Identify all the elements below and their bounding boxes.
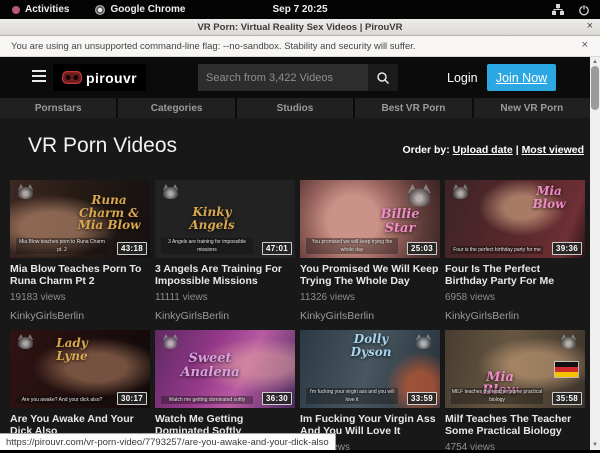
thumbnail-caption: You promised we will keep trying the who…	[306, 238, 398, 254]
video-views: 19183 views	[10, 292, 150, 303]
join-now-button[interactable]: Join Now	[487, 64, 556, 91]
studio-watermark-cat-icon	[407, 184, 433, 207]
video-views: 11326 views	[300, 292, 440, 303]
power-icon[interactable]	[578, 4, 590, 16]
video-thumbnail[interactable]: Mia Blow MILF teaches the teacher some p…	[445, 330, 585, 408]
search-input[interactable]	[198, 64, 368, 91]
video-studio-link[interactable]: KinkyGirlsBerlin	[10, 310, 150, 322]
video-studio-link[interactable]: KinkyGirlsBerlin	[445, 310, 585, 322]
site-navbar: pirouvr Login Join Now	[0, 57, 590, 98]
video-title[interactable]: You Promised We Will Keep Trying The Who…	[300, 263, 440, 287]
chrome-app-label: Google Chrome	[110, 4, 185, 15]
video-duration-badge: 39:36	[552, 242, 582, 255]
order-by-label: Order by:	[402, 144, 449, 156]
video-views: 11111 views	[155, 292, 295, 303]
chrome-warning-bar: You are using an unsupported command-lin…	[0, 36, 600, 57]
system-top-bar: Activities Google Chrome Sep 7 20:25	[0, 0, 600, 19]
video-title[interactable]: Milf Teaches The Teacher Some Practical …	[445, 413, 585, 437]
menu-item-best-vr-porn[interactable]: Best VR Porn	[355, 98, 471, 118]
network-icon[interactable]	[552, 4, 564, 15]
browser-scrollbar[interactable]: ▲ ▼	[590, 57, 600, 450]
search-button[interactable]	[368, 64, 398, 91]
menu-item-pornstars[interactable]: Pornstars	[0, 98, 116, 118]
video-thumbnail[interactable]: Kinky Angels 3 Angels are training for i…	[155, 180, 295, 258]
thumbnail-overlay-title: Dolly Dyson	[338, 333, 404, 358]
search-icon	[376, 71, 390, 85]
studio-watermark-cat-icon	[415, 334, 432, 349]
video-thumbnail[interactable]: Lady Lyne Are you awake? And your dick a…	[10, 330, 150, 408]
chrome-icon	[95, 5, 105, 15]
thumbnail-caption: Watch me getting dominated softly	[161, 396, 253, 404]
chrome-app-menu[interactable]: Google Chrome	[95, 4, 185, 15]
scrollbar-up-arrow-icon[interactable]: ▲	[590, 58, 600, 66]
menu-item-studios[interactable]: Studios	[237, 98, 353, 118]
thumbnail-overlay-title: Kinky Angels	[181, 206, 243, 231]
menu-item-categories[interactable]: Categories	[118, 98, 234, 118]
studio-watermark-cat-icon	[162, 334, 179, 349]
video-studio-link[interactable]: KinkyGirlsBerlin	[155, 310, 295, 322]
video-studio-link[interactable]: KinkyGirlsBerlin	[300, 310, 440, 322]
thumbnail-overlay-title: Runa Charm & Mia Blow	[72, 194, 146, 232]
studio-watermark-cat-icon	[162, 184, 179, 199]
video-duration-badge: 43:18	[117, 242, 147, 255]
video-duration-badge: 33:59	[407, 392, 437, 405]
video-card[interactable]: Mia Blow MILF teaches the teacher some p…	[445, 330, 585, 453]
hamburger-menu-icon[interactable]	[32, 70, 46, 82]
window-close-icon[interactable]: ×	[587, 20, 593, 32]
order-by-most-viewed-link[interactable]: Most viewed	[522, 144, 584, 156]
page-title: VR Porn Videos	[28, 134, 177, 158]
clock[interactable]: Sep 7 20:25	[0, 4, 600, 15]
thumbnail-caption: Four is the perfect birthday party for m…	[451, 246, 543, 254]
video-thumbnail[interactable]: Runa Charm & Mia Blow Mia Blow teaches p…	[10, 180, 150, 258]
thumbnail-caption: Are you awake? And your dick also?	[16, 396, 108, 404]
studio-watermark-cat-icon	[560, 334, 577, 349]
window-titlebar[interactable]: VR Porn: Virtual Reality Sex Videos | Pi…	[0, 19, 600, 36]
video-duration-badge: 36:30	[262, 392, 292, 405]
video-title[interactable]: Mia Blow Teaches Porn To Runa Charm Pt 2	[10, 263, 150, 287]
main-menu: Pornstars Categories Studios Best VR Por…	[0, 98, 590, 118]
site-logo[interactable]: pirouvr	[53, 64, 146, 91]
studio-watermark-cat-icon	[17, 334, 34, 349]
video-title[interactable]: 3 Angels Are Training For Impossible Mis…	[155, 263, 295, 287]
warning-close-icon[interactable]: ×	[582, 39, 588, 51]
video-thumbnail[interactable]: Sweet Analena Watch me getting dominated…	[155, 330, 295, 408]
menu-item-new-vr-porn[interactable]: New VR Porn	[474, 98, 590, 118]
thumbnail-caption: Mia Blow teaches porn to Runa Charm pt. …	[16, 238, 108, 254]
order-by-separator: |	[516, 144, 519, 156]
thumbnail-overlay-title: Lady Lyne	[42, 337, 102, 362]
video-duration-badge: 25:03	[407, 242, 437, 255]
studio-watermark-cat-icon	[452, 184, 469, 199]
thumbnail-overlay-title: Billie Star	[368, 208, 432, 235]
thumbnail-overlay-title: Sweet Analena	[173, 352, 247, 379]
order-by-upload-date-link[interactable]: Upload date	[453, 144, 513, 156]
video-card[interactable]: Billie Star You promised we will keep tr…	[300, 180, 440, 322]
video-thumbnail[interactable]: Billie Star You promised we will keep tr…	[300, 180, 440, 258]
video-thumbnail[interactable]: Mia Blow Four is the perfect birthday pa…	[445, 180, 585, 258]
video-duration-badge: 35:58	[552, 392, 582, 405]
video-card[interactable]: Kinky Angels 3 Angels are training for i…	[155, 180, 295, 322]
video-card[interactable]: Mia Blow Four is the perfect birthday pa…	[445, 180, 585, 322]
video-duration-badge: 47:01	[262, 242, 292, 255]
video-views: 6958 views	[445, 292, 585, 303]
scrollbar-down-arrow-icon[interactable]: ▼	[590, 441, 600, 449]
thumbnail-caption: I'm fucking your virgin ass and you will…	[306, 388, 398, 404]
video-thumbnail[interactable]: Dolly Dyson I'm fucking your virgin ass …	[300, 330, 440, 408]
window-title: VR Porn: Virtual Reality Sex Videos | Pi…	[197, 22, 402, 33]
logo-text: pirouvr	[86, 70, 137, 86]
warning-message: You are using an unsupported command-lin…	[11, 41, 416, 52]
video-views: 4754 views	[445, 442, 585, 453]
scrollbar-thumb[interactable]	[591, 66, 599, 110]
login-link[interactable]: Login	[441, 57, 484, 98]
order-by-controls: Order by: Upload date | Most viewed	[402, 144, 584, 156]
video-duration-badge: 30:17	[117, 392, 147, 405]
studio-watermark-cat-icon	[17, 184, 34, 199]
thumbnail-caption: 3 Angels are training for impossible mis…	[161, 238, 253, 254]
video-card[interactable]: Runa Charm & Mia Blow Mia Blow teaches p…	[10, 180, 150, 322]
vr-headset-icon	[62, 71, 82, 84]
german-flag-icon	[555, 362, 578, 377]
thumbnail-caption: MILF teaches the teacher some practical …	[451, 388, 543, 404]
status-bar-url: https://pirouvr.com/vr-porn-video/779325…	[0, 433, 336, 450]
video-title[interactable]: Four Is The Perfect Birthday Party For M…	[445, 263, 585, 287]
thumbnail-overlay-title: Mia Blow	[519, 185, 579, 210]
